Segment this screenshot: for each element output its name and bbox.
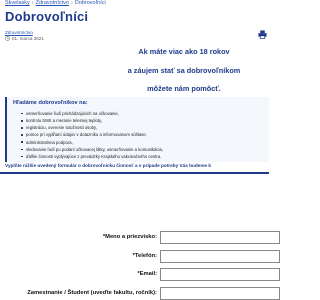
needs-title: Hľadáme dobrovoľníkov na: xyxy=(13,100,88,106)
category-tag-link[interactable]: Zdravotníctvo xyxy=(5,30,33,35)
breadcrumb-current: Dobrovoľníci xyxy=(74,0,106,6)
needs-list-item: registráciu, overenie totožnosti osoby, xyxy=(21,124,163,131)
needs-list-item: kontrolu SMS a meranie telesnej teploty, xyxy=(21,117,163,124)
occupation-input[interactable] xyxy=(160,287,280,300)
clock-icon xyxy=(5,36,10,42)
breadcrumb-separator: › xyxy=(31,0,34,6)
needs-list-item: ďalšie činnosti vyplývajúce z prevádzky … xyxy=(21,153,163,160)
occupation-label: Zamestnanie / Študent (uveďte fakultu, r… xyxy=(27,290,157,296)
date-text: 01. marca 2021 xyxy=(12,36,44,41)
breadcrumb-link-home[interactable]: Skvelasky xyxy=(5,0,30,6)
needs-list-item: administratívna podpora, xyxy=(21,139,163,146)
needs-list-item: pomoc pri vypĺňaní údajov v dotazníku a … xyxy=(21,131,163,138)
name-label: *Meno a priezvisko: xyxy=(102,234,157,240)
hero-line-1: Ak máte viac ako 18 rokov xyxy=(138,47,230,56)
email-label: *Email: xyxy=(137,271,157,277)
volunteer-form: *Meno a priezvisko: *Telefón: *Email: Za… xyxy=(0,172,280,300)
needs-list-item: sledovanie ľudí po podaní očkovacej látk… xyxy=(21,146,163,153)
form-instructions: Vyplňte nižšie uvedený formulár o dobrov… xyxy=(5,163,212,168)
name-input[interactable] xyxy=(160,231,280,244)
needs-list: usmerňovanie ľudí prichádzajúcich na očk… xyxy=(21,110,163,160)
hero-line-3: môžete nám pomôcť. xyxy=(147,84,221,93)
needs-list-item: usmerňovanie ľudí prichádzajúcich na očk… xyxy=(21,110,163,117)
breadcrumb-separator: › xyxy=(70,0,73,6)
page-title: Dobrovoľníci xyxy=(5,9,89,24)
email-input[interactable] xyxy=(160,268,280,281)
phone-label: *Telefón: xyxy=(132,253,157,259)
breadcrumb-link-health[interactable]: Zdravotníctvo xyxy=(36,0,69,6)
publish-date: 01. marca 2021 xyxy=(5,36,44,42)
hero-line-2: a záujem stať sa dobrovoľníkom xyxy=(127,66,241,75)
print-icon[interactable] xyxy=(258,30,267,39)
volunteer-needs-box: Hľadáme dobrovoľníkov na: usmerňovanie ľ… xyxy=(5,97,269,162)
phone-input[interactable] xyxy=(160,250,280,263)
